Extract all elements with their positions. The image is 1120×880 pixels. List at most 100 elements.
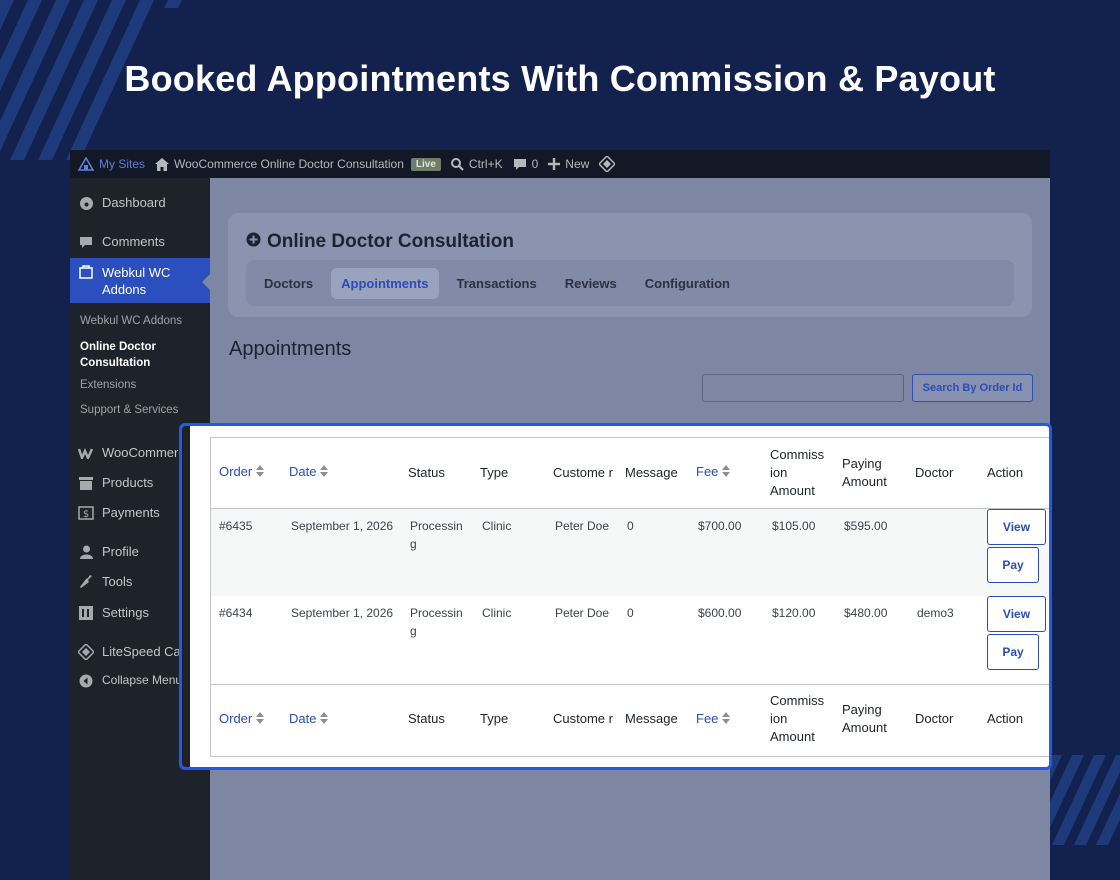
column-label: Order	[219, 464, 253, 480]
cell-action: View Pay	[981, 508, 1049, 596]
submenu-webkul-addons[interactable]: Webkul WC Addons	[80, 315, 182, 327]
column-date[interactable]: Date	[283, 438, 402, 508]
column-label: Date	[289, 464, 317, 480]
column-order[interactable]: Order	[211, 684, 283, 754]
view-button[interactable]: View	[987, 596, 1046, 632]
column-customer: Custome r	[553, 711, 613, 727]
admin-bar: My Sites WooCommerce Online Doctor Consu…	[70, 150, 1050, 178]
cell-status: Processin g	[410, 518, 463, 551]
cell-message: 0	[627, 518, 634, 533]
cell-customer: Peter Doe	[555, 518, 610, 533]
cell-order: #6435	[219, 518, 253, 533]
cell-action: View Pay	[981, 596, 1049, 684]
sidebar-item-label: Dashboard	[102, 195, 166, 210]
sidebar-item-label: Settings	[102, 605, 149, 620]
collapse-icon	[78, 673, 94, 689]
decorative-stripes-bottom-right	[1040, 755, 1120, 845]
cell-type: Clinic	[482, 606, 512, 620]
sidebar-item-dashboard[interactable]: Dashboard	[70, 195, 210, 211]
plus-icon	[548, 158, 561, 170]
column-fee[interactable]: Fee	[690, 438, 764, 508]
column-doctor: Doctor	[915, 711, 954, 727]
cell-date: September 1, 2026	[291, 518, 394, 533]
column-date[interactable]: Date	[283, 684, 402, 754]
plugin-title-text: Online Doctor Consultation	[267, 231, 514, 252]
order-search-input[interactable]	[702, 374, 904, 402]
appointments-table-container: Order Date Status Type Custome r Message…	[210, 437, 1049, 757]
settings-icon	[78, 605, 94, 621]
site-name-link[interactable]: WooCommerce Online Doctor Consultation L…	[155, 157, 441, 171]
litespeed-diamond-icon	[599, 156, 616, 172]
cell-type: Clinic	[482, 518, 512, 533]
home-icon	[155, 157, 170, 171]
tab-doctors[interactable]: Doctors	[254, 268, 323, 299]
sidebar-item-label: Profile	[102, 544, 139, 559]
appointments-table: Order Date Status Type Custome r Message…	[211, 438, 1049, 754]
submenu-extensions[interactable]: Extensions	[80, 379, 136, 391]
live-badge: Live	[410, 157, 441, 171]
column-order[interactable]: Order	[211, 438, 283, 508]
search-icon	[450, 157, 464, 171]
cell-commission: $120.00	[772, 606, 816, 620]
plugin-tabs: Doctors Appointments Transactions Review…	[246, 260, 1014, 306]
column-action: Action	[987, 711, 1024, 727]
view-button[interactable]: View	[987, 508, 1046, 545]
table-row: #6434 September 1, 2026 Processin g Clin…	[211, 596, 1049, 684]
column-paying-amount: Paying Amount	[842, 702, 887, 736]
cell-doctor	[909, 508, 981, 596]
sidebar-item-label: Products	[102, 475, 154, 490]
panel-edge	[182, 426, 190, 767]
column-commission: Commiss ion Amount	[770, 693, 825, 745]
pay-button[interactable]: Pay	[987, 546, 1039, 583]
column-paying-amount: Paying Amount	[842, 455, 887, 489]
column-customer: Custome r	[553, 464, 613, 480]
addons-icon	[78, 264, 94, 280]
comment-icon	[78, 234, 94, 250]
column-label: Order	[219, 710, 253, 726]
dashboard-icon	[78, 195, 94, 211]
sidebar-item-comments[interactable]: Comments	[70, 234, 210, 250]
column-doctor: Doctor	[915, 464, 954, 480]
new-label: New	[565, 157, 590, 171]
column-status: Status	[408, 711, 445, 727]
banner-title: Booked Appointments With Commission & Pa…	[124, 58, 996, 99]
cell-commission: $105.00	[772, 518, 816, 533]
column-commission: Commiss ion Amount	[770, 446, 825, 498]
tab-configuration[interactable]: Configuration	[635, 268, 740, 299]
pay-button[interactable]: Pay	[987, 634, 1039, 670]
sort-arrows-icon	[722, 464, 731, 482]
my-sites-label: My Sites	[99, 157, 146, 171]
sidebar-item-webkul-addons[interactable]: Webkul WC Addons	[70, 258, 210, 303]
cell-order: #6434	[219, 606, 253, 620]
sidebar-item-label: Comments	[102, 234, 165, 249]
comment-bubble-icon	[513, 158, 527, 171]
search-shortcut-label: Ctrl+K	[468, 157, 503, 171]
sort-arrows-icon	[256, 464, 265, 482]
litespeed-adminbar-link[interactable]	[599, 156, 616, 172]
sort-arrows-icon	[320, 464, 329, 482]
new-content-link[interactable]: New	[548, 157, 589, 171]
cell-fee: $700.00	[698, 518, 742, 533]
cell-paying-amount: $595.00	[844, 518, 888, 533]
tab-reviews[interactable]: Reviews	[555, 268, 627, 299]
submenu-online-doctor-consultation[interactable]: Online Doctor Consultation	[80, 339, 190, 371]
search-by-order-button[interactable]: Search By Order Id	[912, 374, 1033, 402]
cell-paying-amount: $480.00	[844, 606, 888, 620]
tab-appointments[interactable]: Appointments	[331, 267, 439, 299]
column-message: Message	[625, 711, 678, 727]
site-name-label: WooCommerce Online Doctor Consultation	[174, 157, 404, 171]
comments-link[interactable]: 0	[513, 157, 538, 171]
my-sites-link[interactable]: My Sites	[78, 157, 145, 171]
archive-icon	[78, 475, 94, 491]
table-footer-row: Order Date Status Type Custome r Message…	[211, 684, 1049, 754]
plus-circle-icon	[246, 231, 261, 253]
plugin-header-card: Online Doctor Consultation Doctors Appoi…	[228, 213, 1032, 317]
user-icon	[78, 544, 94, 560]
column-label: Fee	[696, 710, 719, 726]
tab-transactions[interactable]: Transactions	[447, 268, 547, 299]
column-fee[interactable]: Fee	[690, 684, 764, 754]
cell-customer: Peter Doe	[555, 606, 610, 620]
submenu-support-services[interactable]: Support & Services	[80, 404, 178, 416]
cell-doctor: demo3	[917, 606, 954, 620]
command-search[interactable]: Ctrl+K	[450, 157, 503, 171]
